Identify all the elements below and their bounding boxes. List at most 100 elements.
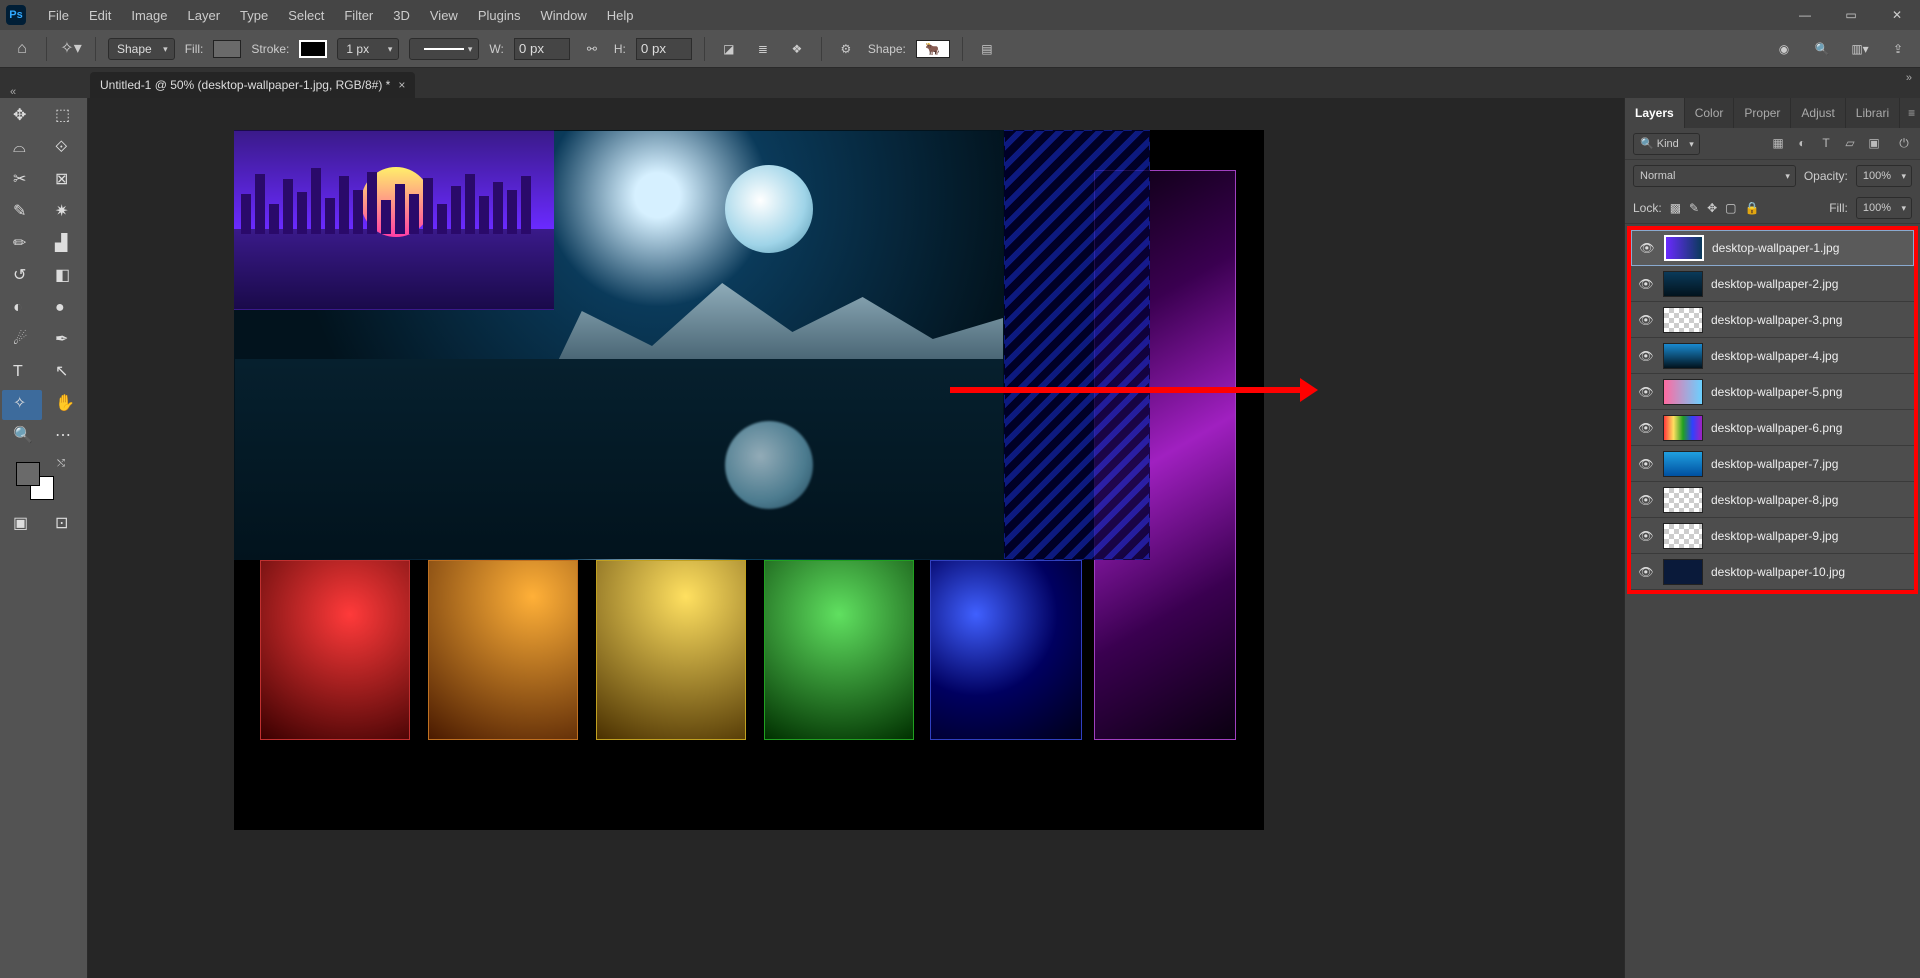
layer-filter-type[interactable]: 🔍 Kind [1633,133,1700,155]
tool-preset-icon[interactable]: ✧▾ [59,37,83,61]
type-tool[interactable]: T [2,358,42,388]
quick-mask-icon[interactable]: ▣ [2,510,42,540]
filter-adjust-icon[interactable]: ◐ [1794,136,1810,151]
canvas-area[interactable] [88,98,1624,978]
tab-properties[interactable]: Proper [1734,98,1791,128]
blur-tool[interactable]: ● [44,294,84,324]
fill-swatch[interactable] [213,40,241,58]
brush-tool[interactable]: ✏ [2,230,42,260]
layer-row[interactable]: 👁desktop-wallpaper-5.png [1631,374,1914,410]
panel-menu-icon[interactable]: ≡ [1900,106,1920,120]
layer-thumbnail[interactable] [1663,271,1703,297]
canvas-layer-orange[interactable] [428,560,578,740]
layer-row[interactable]: 👁desktop-wallpaper-4.jpg [1631,338,1914,374]
layer-visibility-icon[interactable]: 👁 [1637,313,1655,327]
layer-visibility-icon[interactable]: 👁 [1637,565,1655,579]
path-arrange-icon[interactable]: ❖ [785,37,809,61]
opacity-value[interactable]: 100% [1856,165,1912,187]
height-input[interactable] [636,38,692,60]
frame-tool[interactable]: ⊠ [44,166,84,196]
eraser-tool[interactable]: ◧ [44,262,84,292]
layer-visibility-icon[interactable]: 👁 [1637,385,1655,399]
screen-mode-icon[interactable]: ⊡ [44,510,84,540]
canvas-layer-blue-rays[interactable] [1004,130,1150,560]
menu-view[interactable]: View [420,0,468,30]
gradient-tool[interactable]: ◐ [2,294,42,324]
custom-shape-thumb[interactable]: 🐂 [925,42,940,56]
collapse-right-icon[interactable]: » [1906,72,1912,84]
color-swatches[interactable]: ⤭ [2,458,85,508]
layer-row[interactable]: 👁desktop-wallpaper-10.jpg [1631,554,1914,590]
window-minimize-icon[interactable]: — [1782,0,1828,30]
window-close-icon[interactable]: ✕ [1874,0,1920,30]
menu-plugins[interactable]: Plugins [468,0,531,30]
canvas-layer-synthwave[interactable] [234,130,554,310]
menu-window[interactable]: Window [530,0,596,30]
tab-color[interactable]: Color [1685,98,1735,128]
swap-colors-icon[interactable]: ⤭ [57,458,65,469]
stroke-width-select[interactable]: 1 px [337,38,399,60]
path-ops-icon[interactable]: ◪ [717,37,741,61]
width-input[interactable] [514,38,570,60]
layer-row[interactable]: 👁desktop-wallpaper-6.png [1631,410,1914,446]
hand-tool[interactable]: ✋ [44,390,84,420]
document-tab[interactable]: Untitled-1 @ 50% (desktop-wallpaper-1.jp… [90,72,415,98]
layer-visibility-icon[interactable]: 👁 [1637,277,1655,291]
menu-layer[interactable]: Layer [178,0,231,30]
layer-thumbnail[interactable] [1663,343,1703,369]
crop-tool[interactable]: ✂ [2,166,42,196]
collapse-left-icon[interactable]: « [10,86,16,98]
filter-toggle-icon[interactable]: ⏻ [1896,136,1912,151]
share-icon[interactable]: ⇪ [1886,37,1910,61]
layer-row[interactable]: 👁desktop-wallpaper-3.png [1631,302,1914,338]
menu-filter[interactable]: Filter [334,0,383,30]
layer-row[interactable]: 👁desktop-wallpaper-9.jpg [1631,518,1914,554]
menu-type[interactable]: Type [230,0,278,30]
quick-select-tool[interactable]: ⟐ [44,134,84,164]
layer-row[interactable]: 👁desktop-wallpaper-1.jpg [1631,230,1914,266]
shape-mode-select[interactable]: Shape [108,38,175,60]
fill-value[interactable]: 100% [1856,197,1912,219]
pen-tool[interactable]: ✒ [44,326,84,356]
dodge-tool[interactable]: ☄ [2,326,42,356]
home-icon[interactable]: ⌂ [10,37,34,61]
layer-visibility-icon[interactable]: 👁 [1637,529,1655,543]
menu-file[interactable]: File [38,0,79,30]
layer-visibility-icon[interactable]: 👁 [1637,349,1655,363]
close-tab-icon[interactable]: × [398,78,405,92]
clone-tool[interactable]: ▟ [44,230,84,260]
menu-3d[interactable]: 3D [383,0,420,30]
history-brush-tool[interactable]: ↺ [2,262,42,292]
link-icon[interactable]: ⚯ [580,37,604,61]
window-maximize-icon[interactable]: ▭ [1828,0,1874,30]
canvas-layer-green[interactable] [764,560,914,740]
path-select-tool[interactable]: ↖ [44,358,84,388]
filter-type-icon[interactable]: T [1818,136,1834,151]
layer-thumbnail[interactable] [1663,379,1703,405]
menu-select[interactable]: Select [278,0,334,30]
layer-visibility-icon[interactable]: 👁 [1637,493,1655,507]
layer-thumbnail[interactable] [1663,487,1703,513]
menu-help[interactable]: Help [597,0,644,30]
align-edges-icon[interactable]: ▤ [975,37,999,61]
move-tool[interactable]: ✥ [2,102,42,132]
layer-row[interactable]: 👁desktop-wallpaper-2.jpg [1631,266,1914,302]
cloud-docs-icon[interactable]: ◉ [1772,37,1796,61]
layer-row[interactable]: 👁desktop-wallpaper-8.jpg [1631,482,1914,518]
custom-shape-tool[interactable]: ✧ [2,390,42,420]
layer-visibility-icon[interactable]: 👁 [1637,457,1655,471]
menu-image[interactable]: Image [121,0,177,30]
tab-adjustments[interactable]: Adjust [1791,98,1845,128]
lock-all-icon[interactable]: 🔒 [1745,201,1760,215]
blend-mode-select[interactable]: Normal [1633,165,1796,187]
zoom-tool[interactable]: 🔍 [2,422,42,452]
lock-nested-icon[interactable]: ▢ [1725,201,1736,215]
edit-toolbar-icon[interactable]: ⋯ [44,422,84,452]
eyedropper-tool[interactable]: ✎ [2,198,42,228]
layer-row[interactable]: 👁desktop-wallpaper-7.jpg [1631,446,1914,482]
filter-shape-icon[interactable]: ▱ [1842,136,1858,151]
canvas-layer-blue-swirl[interactable] [930,560,1082,740]
layer-thumbnail[interactable] [1663,451,1703,477]
path-align-icon[interactable]: ≣ [751,37,775,61]
layer-thumbnail[interactable] [1663,307,1703,333]
